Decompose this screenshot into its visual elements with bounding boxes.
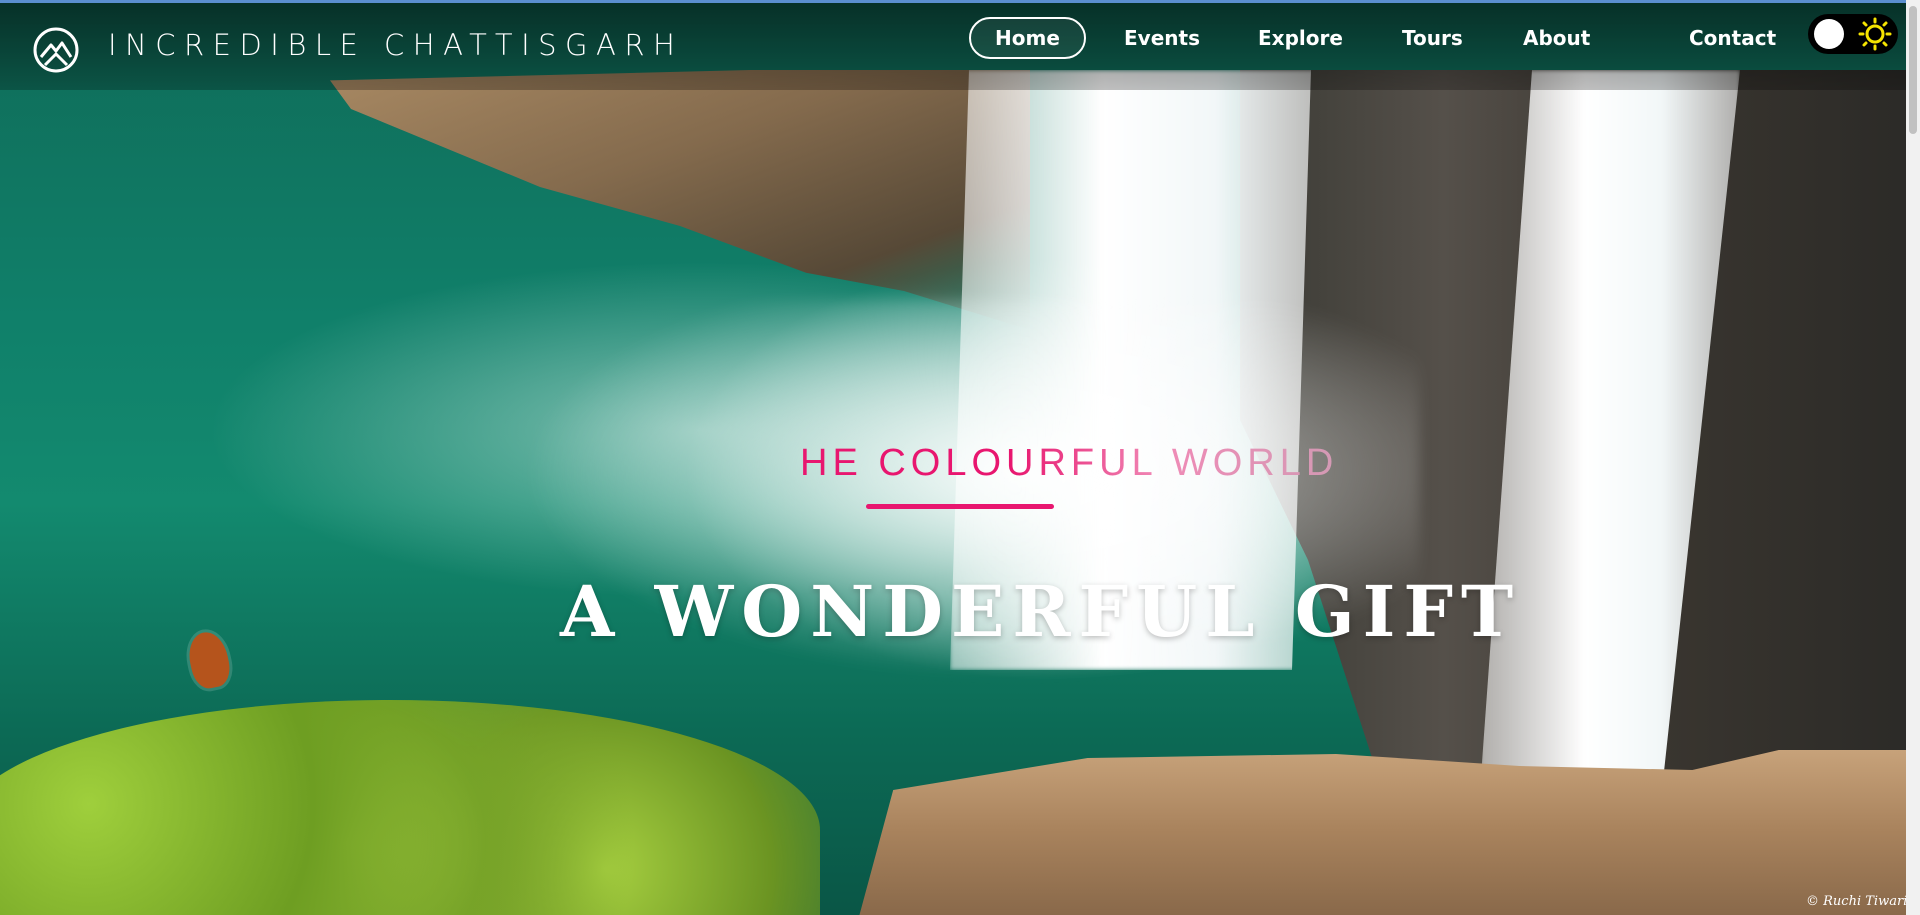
scrollbar-thumb[interactable] bbox=[1909, 6, 1917, 134]
hero-tagline: HE COLOURFUL WORLD bbox=[800, 442, 1400, 485]
theme-toggle[interactable] bbox=[1808, 14, 1898, 54]
hero-title: A WONDERFUL GIFT bbox=[560, 570, 1522, 653]
top-navbar: INCREDIBLE CHATTISGARH Home Events Explo… bbox=[0, 0, 1920, 90]
mountain-circle-logo-icon[interactable] bbox=[33, 27, 79, 73]
sun-icon bbox=[1858, 17, 1892, 51]
nav-home[interactable]: Home bbox=[969, 17, 1086, 59]
brand-name[interactable]: INCREDIBLE CHATTISGARH bbox=[108, 25, 683, 65]
foreground-tree bbox=[0, 700, 820, 915]
nav-events[interactable]: Events bbox=[1100, 17, 1224, 59]
nav-contact[interactable]: Contact bbox=[1665, 17, 1800, 59]
nav-explore[interactable]: Explore bbox=[1234, 17, 1367, 59]
cliff-top bbox=[330, 70, 1030, 330]
boat bbox=[184, 628, 234, 692]
page-scrollbar[interactable] bbox=[1906, 0, 1920, 915]
nav-about[interactable]: About bbox=[1499, 17, 1614, 59]
photo-credit: © Ruchi Tiwari bbox=[1806, 894, 1908, 909]
toggle-knob bbox=[1814, 19, 1844, 49]
foreground-rock bbox=[850, 750, 1920, 915]
nav-tours[interactable]: Tours bbox=[1378, 17, 1487, 59]
tagline-underline bbox=[866, 504, 1054, 509]
